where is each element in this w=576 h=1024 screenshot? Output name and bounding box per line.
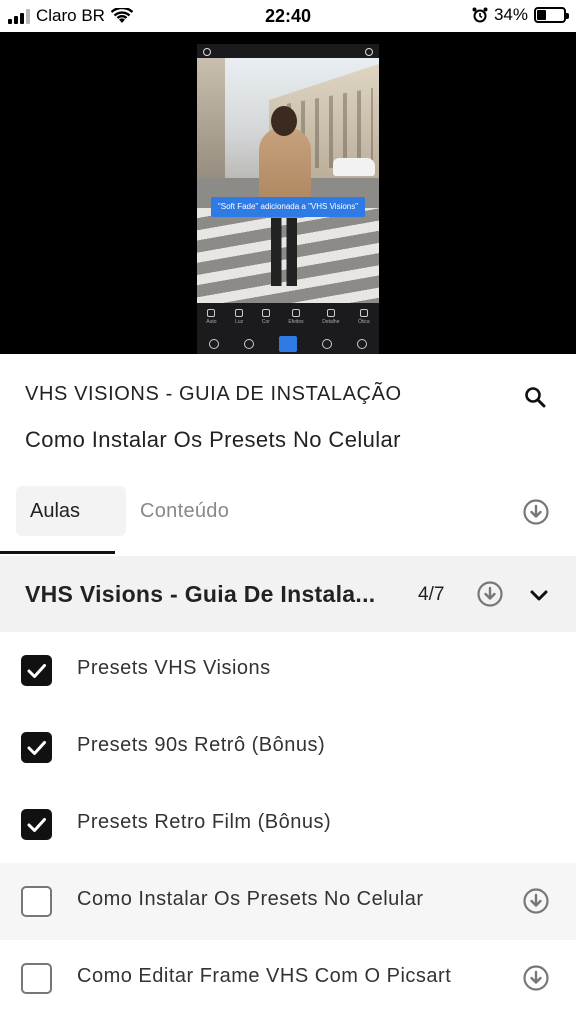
tool-cor: Cor: [262, 306, 270, 332]
status-bar: Claro BR 22:40 34%: [0, 0, 576, 32]
tool-luz: Luz: [235, 306, 243, 332]
checkbox-checked[interactable]: [21, 809, 52, 840]
section-progress-count: 4/7: [418, 584, 445, 605]
tool-otica: Ótica: [358, 306, 370, 332]
lesson-item[interactable]: Presets 90s Retrô (Bônus): [0, 709, 576, 786]
adjust-icon: [278, 336, 297, 352]
checkbox-checked[interactable]: [21, 732, 52, 763]
section-header[interactable]: VHS Visions - Guia De Instala... 4/7: [0, 556, 576, 632]
tab-active-indicator: [0, 551, 115, 554]
lesson-item-current[interactable]: Como Instalar Os Presets No Celular: [0, 863, 576, 940]
checkbox-unchecked[interactable]: [21, 963, 52, 994]
search-button[interactable]: [520, 382, 550, 412]
checkmark-icon: [27, 818, 46, 832]
lesson-title: Como Instalar Os Presets No Celular: [25, 427, 401, 452]
battery-icon: [534, 7, 569, 23]
lesson-label: Presets VHS Visions: [77, 657, 271, 679]
battery-fill: [537, 10, 546, 20]
back-icon: [203, 48, 211, 56]
lesson-label: Presets 90s Retrô (Bônus): [77, 734, 326, 756]
lesson-label: Presets Retro Film (Bônus): [77, 811, 332, 833]
search-icon: [525, 387, 546, 408]
healing-icon: [356, 339, 367, 349]
checkbox-unchecked[interactable]: [21, 886, 52, 917]
checkmark-icon: [27, 741, 46, 755]
status-right: 34%: [472, 5, 569, 25]
tool-efeitos: Efeitos: [288, 306, 304, 332]
lesson-item[interactable]: Como Editar Frame VHS Com O Picsart: [0, 940, 576, 1017]
section-download-icon[interactable]: [475, 579, 505, 609]
selective-icon: [321, 339, 332, 349]
crop-icon: [244, 339, 255, 349]
download-icon[interactable]: [521, 886, 551, 916]
options-icon: [365, 48, 373, 56]
video-player[interactable]: "Soft Fade" adicionada a "VHS Visions" A…: [0, 32, 576, 354]
chevron-down-icon[interactable]: [526, 582, 552, 608]
alarm-icon: [472, 7, 488, 23]
battery-percent: 34%: [493, 5, 528, 24]
preset-toast: "Soft Fade" adicionada a "VHS Visions": [211, 197, 365, 217]
tab-aulas[interactable]: Aulas: [16, 486, 126, 536]
tool-detalhe: Detalhe: [322, 306, 339, 332]
section-title: VHS Visions - Guia De Instala...: [25, 581, 376, 607]
lesson-item[interactable]: Presets VHS Visions: [0, 632, 576, 709]
edit-tool-row: Auto Luz Cor Efeitos Detalhe Ótica: [197, 306, 379, 332]
download-icon[interactable]: [521, 963, 551, 993]
checkmark-icon: [27, 664, 46, 678]
lesson-label: Como Instalar Os Presets No Celular: [77, 888, 424, 910]
tab-conteudo[interactable]: Conteúdo: [140, 486, 229, 536]
tool-auto: Auto: [206, 306, 217, 332]
video-frame: "Soft Fade" adicionada a "VHS Visions" A…: [197, 44, 379, 354]
presets-icon: [209, 339, 220, 349]
download-all-icon[interactable]: [521, 497, 551, 527]
edit-mode-row: [197, 334, 379, 354]
course-title: VHS VISIONS - GUIA DE INSTALAÇÃO: [25, 383, 402, 405]
lesson-label: Como Editar Frame VHS Com O Picsart: [77, 965, 452, 987]
lesson-item[interactable]: Presets Retro Film (Bônus): [0, 786, 576, 863]
checkbox-checked[interactable]: [21, 655, 52, 686]
street-photo: "Soft Fade" adicionada a "VHS Visions": [197, 58, 379, 303]
